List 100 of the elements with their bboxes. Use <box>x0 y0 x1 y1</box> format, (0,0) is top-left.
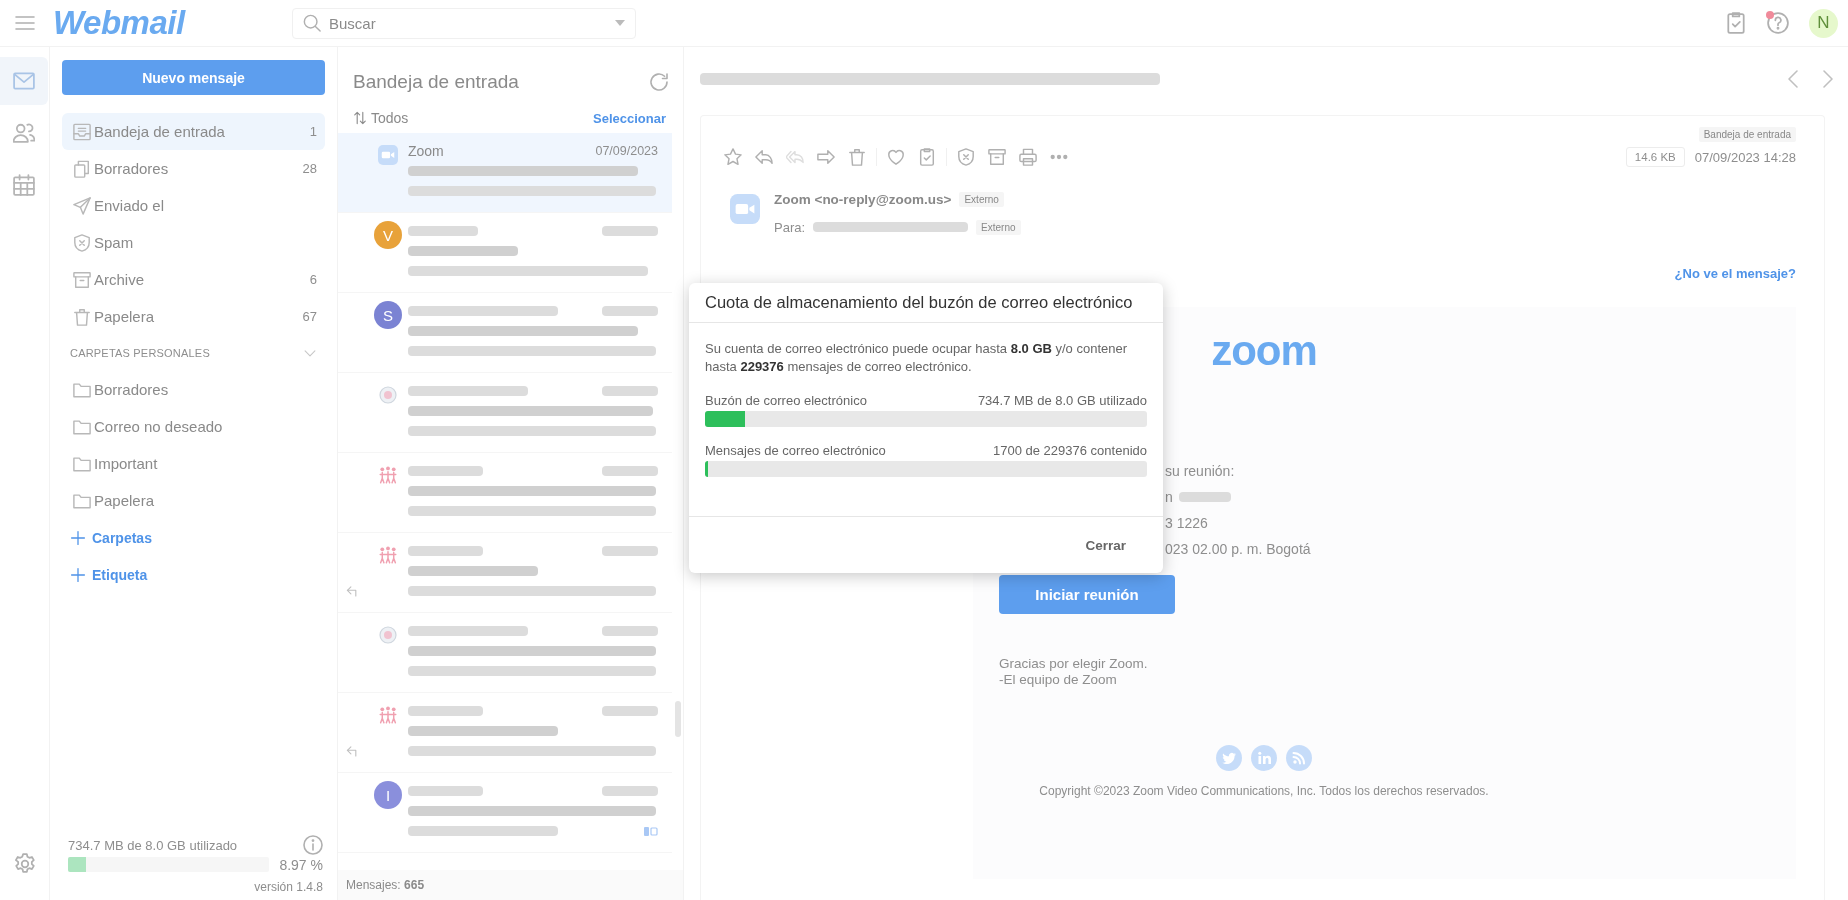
zoom-logo: zoom <box>1211 329 1317 373</box>
recipient-label: Para: <box>774 219 806 235</box>
mail-icon <box>13 70 35 92</box>
folder-icon <box>73 417 91 436</box>
sort-icon <box>353 111 367 125</box>
meeting-detail: su reunión: <box>1165 463 1235 479</box>
meter-reading: 734.7 MB de 8.0 GB utilizado <box>977 392 1147 410</box>
people-icon <box>379 706 397 724</box>
refresh-icon[interactable] <box>649 72 669 92</box>
in-logo-icon[interactable] <box>1251 745 1277 771</box>
rss-icon[interactable] <box>1286 745 1312 771</box>
settings-icon[interactable] <box>13 853 36 875</box>
info-icon[interactable] <box>303 835 323 855</box>
folder-item[interactable]: Borradores <box>62 371 325 408</box>
star-icon[interactable] <box>724 148 742 166</box>
new-message-button[interactable]: Nuevo mensaje <box>62 60 325 95</box>
people-icon <box>379 466 397 484</box>
folder-item[interactable]: Borradores 28 <box>62 150 325 187</box>
message-item[interactable]: Zoom 07/09/2023 <box>338 133 672 213</box>
folder-icon <box>73 454 91 473</box>
section-heading: CARPETAS PERSONALES <box>70 347 210 359</box>
folder-item[interactable]: Enviado el <box>62 187 325 224</box>
size-badge: 14.6 KB <box>1625 147 1685 167</box>
search-icon <box>303 14 321 32</box>
meter-label: Buzón de correo electrónico <box>705 392 867 410</box>
add-link[interactable]: Etiqueta <box>62 556 148 593</box>
select-link[interactable]: Seleccionar <box>593 110 666 126</box>
meter-label: Mensajes de correo electrónico <box>705 442 886 460</box>
sender-name: Zoom <box>408 143 444 159</box>
unread-count: 6 <box>309 272 317 287</box>
circle-dot-icon <box>379 626 397 644</box>
menu-icon[interactable] <box>15 13 35 33</box>
search-input[interactable]: Buscar <box>329 14 607 32</box>
close-button[interactable]: Cerrar <box>1073 529 1138 561</box>
meeting-detail: 023 02.00 p. m. Bogotá <box>1165 541 1311 557</box>
bird-icon[interactable] <box>1216 745 1242 771</box>
view-message-link[interactable]: ¿No ve el mensaje? <box>1674 264 1796 284</box>
archive-icon <box>73 270 91 289</box>
scrollbar-thumb[interactable] <box>675 701 681 737</box>
reply-icon[interactable] <box>755 148 773 166</box>
closing-line: -El equipo de Zoom <box>999 672 1117 687</box>
archive-icon[interactable] <box>988 148 1006 166</box>
inbox-icon <box>73 122 91 141</box>
folder-tag: Bandeja de entrada <box>1698 126 1796 142</box>
message-total: Mensajes: 665 <box>346 878 425 892</box>
quota-description: Su cuenta de correo electrónico puede ocupar hasta 8.0 GB y/o contener hasta 229376 mensajes de correo electrónico. <box>705 340 1129 376</box>
clipboard-check-icon[interactable] <box>918 148 936 166</box>
closing-line: Gracias por elegir Zoom. <box>999 656 1148 671</box>
circle-dot-icon <box>379 386 397 404</box>
clipboard-check-icon[interactable] <box>1725 12 1747 34</box>
meeting-detail: n <box>1165 489 1173 505</box>
video-camera-icon <box>730 194 760 224</box>
user-avatar[interactable]: N <box>1809 8 1838 38</box>
external-tag: Externo <box>976 219 1021 235</box>
message-item[interactable]: V <box>338 213 672 293</box>
trash-icon <box>73 307 91 326</box>
forward-icon[interactable] <box>817 148 835 166</box>
avatar: I <box>374 781 402 809</box>
search-field[interactable]: Buscar <box>292 7 636 39</box>
copyright-text: Copyright ©2023 Zoom Video Communications, Inc. Todos los derechos reservados. <box>1039 784 1489 798</box>
shield-x-icon[interactable] <box>957 148 975 166</box>
pages-icon <box>73 159 91 178</box>
logo: Webmail <box>53 4 185 42</box>
dialog-title: Cuota de almacenamiento del buzón de correo electrónico <box>705 293 1133 312</box>
avatar: V <box>374 221 402 249</box>
meeting-detail: 3 1226 <box>1165 515 1208 531</box>
folder-item[interactable]: Important <box>62 445 325 482</box>
plus-icon <box>70 566 86 583</box>
folder-item[interactable]: Papelera <box>62 482 325 519</box>
plus-icon <box>70 529 86 546</box>
sort-button[interactable]: Todos <box>353 110 409 126</box>
unread-count: 1 <box>309 124 317 139</box>
help-icon[interactable] <box>1767 12 1789 34</box>
folder-item[interactable]: Correo no deseado <box>62 408 325 445</box>
heart-icon[interactable] <box>887 148 905 166</box>
storage-usage: 734.7 MB de 8.0 GB utilizado <box>68 837 238 853</box>
message-date: 07/09/2023 14:28 <box>1694 149 1796 165</box>
trash-icon[interactable] <box>848 148 866 166</box>
message-item[interactable]: I <box>338 773 672 853</box>
unread-count: 67 <box>302 309 317 324</box>
folder-title: Bandeja de entrada <box>353 70 519 94</box>
external-tag: Externo <box>959 191 1004 207</box>
folder-icon <box>73 380 91 399</box>
calendar-icon <box>13 174 35 196</box>
sender-address: Zoom <no-reply@zoom.us> <box>774 191 952 207</box>
video-camera-icon <box>378 145 398 165</box>
caret-icon[interactable] <box>615 20 625 26</box>
folder-item[interactable]: Papelera 67 <box>62 298 325 335</box>
start-meeting-button[interactable]: Iniciar reunión <box>999 575 1175 614</box>
nav-button[interactable] <box>0 57 48 105</box>
folder-item[interactable]: Archive 6 <box>62 261 325 298</box>
people-icon <box>379 546 397 564</box>
folder-item[interactable]: Bandeja de entrada 1 <box>62 113 325 150</box>
folder-icon <box>73 491 91 510</box>
printer-icon[interactable] <box>1019 148 1037 166</box>
version-label: versión 1.4.8 <box>254 880 323 894</box>
avatar: S <box>374 301 402 329</box>
folder-item[interactable]: Spam <box>62 224 325 261</box>
message-item[interactable]: S <box>338 293 672 373</box>
add-link[interactable]: Carpetas <box>62 519 152 556</box>
